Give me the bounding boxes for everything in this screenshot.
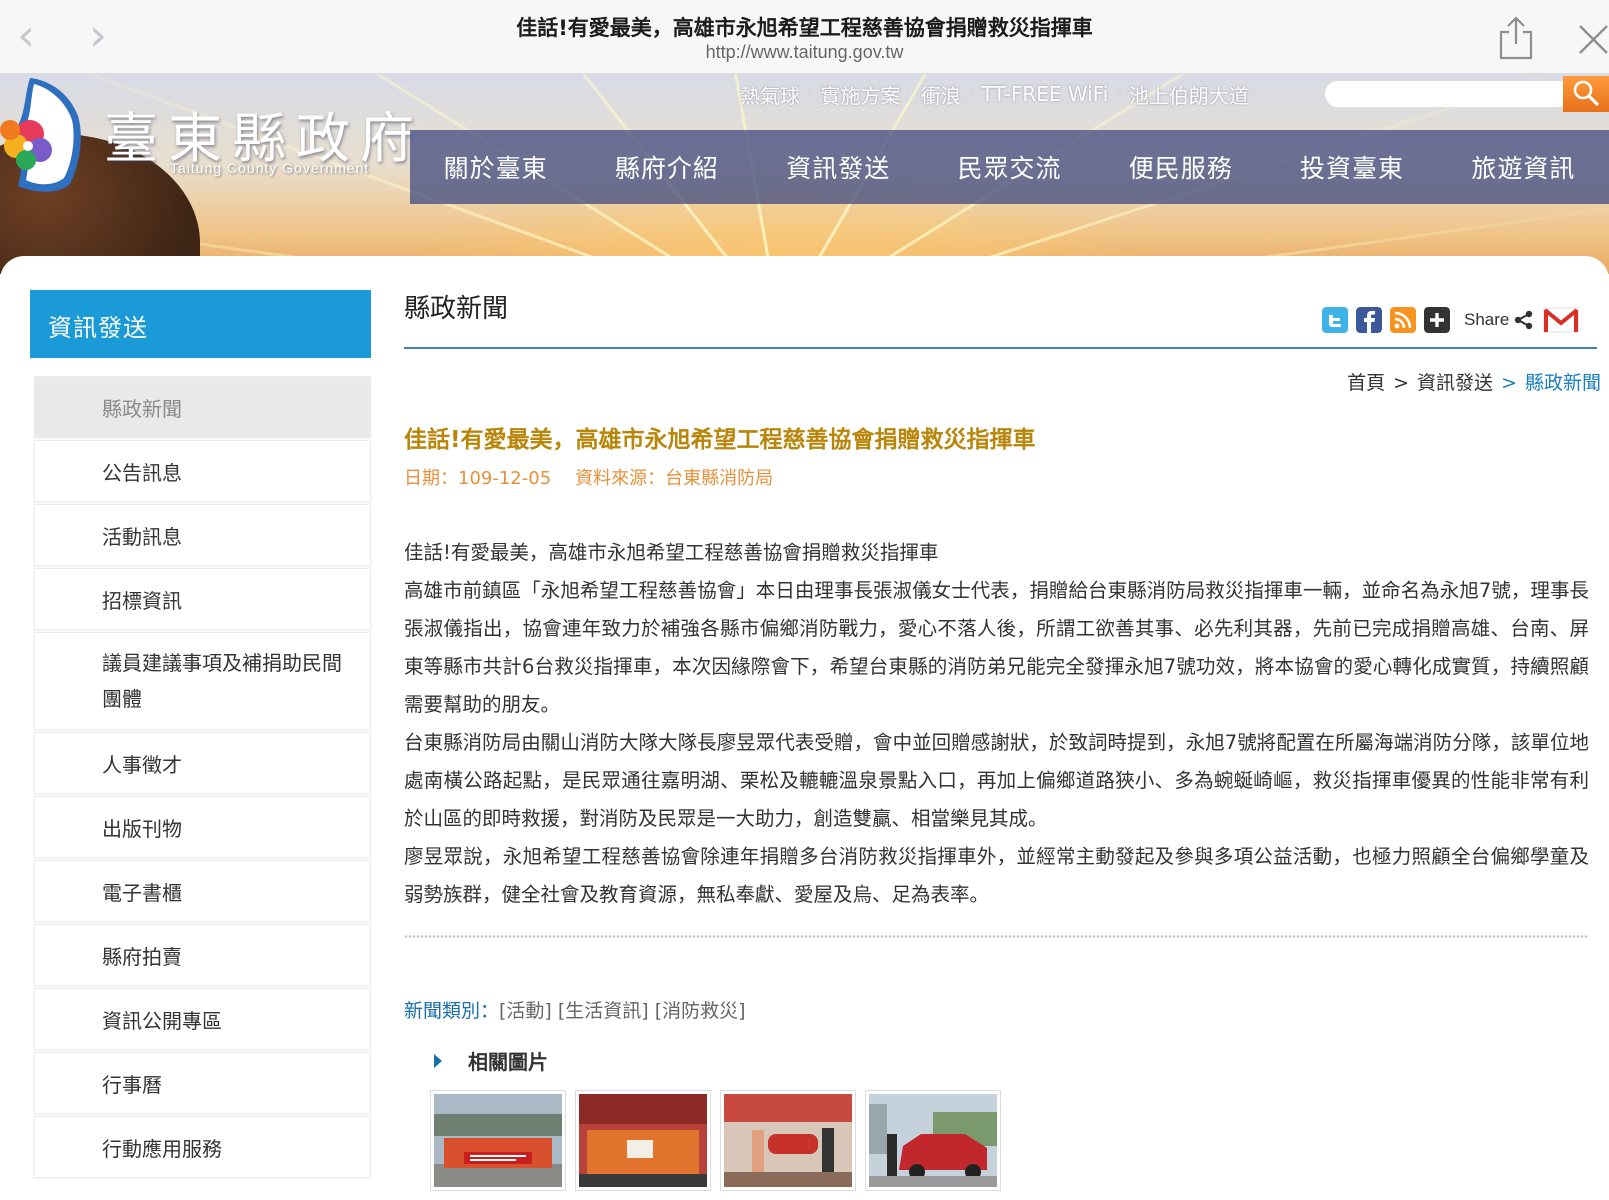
article-paragraph: 高雄市前鎮區「永旭希望工程慈善協會」本日由理事長張淑儀女士代表，捐贈給台東縣消防… bbox=[404, 579, 1589, 716]
breadcrumb-separator: > bbox=[1393, 372, 1410, 394]
dotted-divider bbox=[404, 934, 1589, 940]
photo-group-with-banner bbox=[434, 1094, 562, 1187]
nav-item-about[interactable]: 關於臺東 bbox=[410, 149, 581, 185]
news-category-tag[interactable]: [活動] bbox=[499, 1000, 552, 1022]
sidebar-item-councilor-proposals[interactable]: 議員建議事項及補捐助民間團體 bbox=[34, 632, 371, 730]
sidebar-menu: 縣政新聞 公告訊息 活動訊息 招標資訊 議員建議事項及補捐助民間團體 人事徵才 … bbox=[34, 376, 371, 1180]
related-image-thumbnail[interactable] bbox=[720, 1090, 856, 1191]
sidebar-item-ebooks[interactable]: 電子書櫃 bbox=[34, 860, 371, 922]
quick-link[interactable]: 實施方案 bbox=[820, 80, 900, 109]
section-divider bbox=[404, 347, 1597, 349]
related-image-thumbnail[interactable] bbox=[430, 1090, 566, 1191]
news-category-tag[interactable]: [生活資訊] bbox=[558, 1000, 649, 1022]
article-meta: 日期：109-12-05 資料來源：台東縣消防局 bbox=[404, 464, 773, 490]
nav-item-services[interactable]: 便民服務 bbox=[1095, 149, 1266, 185]
site-subtitle: Taitung County Government bbox=[170, 160, 370, 176]
browser-page-title: 佳話!有愛最美，高雄市永旭希望工程慈善協會捐贈救災指揮車 bbox=[516, 16, 1093, 40]
close-icon[interactable] bbox=[1576, 22, 1609, 55]
sidebar-item-recruitment[interactable]: 人事徵才 bbox=[34, 732, 371, 794]
rss-icon[interactable] bbox=[1390, 307, 1416, 333]
article-paragraph: 廖昱眾說，永旭希望工程慈善協會除連年捐贈多台消防救災指揮車外，並經常主動發起及參… bbox=[404, 845, 1589, 906]
article-paragraph: 台東縣消防局由關山消防大隊大隊長廖昱眾代表受贈，會中並回贈感謝狀，於致詞時提到，… bbox=[404, 731, 1589, 830]
nav-item-travel[interactable]: 旅遊資訊 bbox=[1438, 149, 1609, 185]
article-body: 佳話!有愛最美，高雄市永旭希望工程慈善協會捐贈救災指揮車 高雄市前鎮區「永旭希望… bbox=[404, 534, 1589, 914]
share-icon[interactable] bbox=[1498, 16, 1534, 60]
search-button[interactable] bbox=[1563, 76, 1609, 112]
article-source: 資料來源：台東縣消防局 bbox=[575, 468, 774, 489]
site-header-banner: 臺東縣政府 Taitung County Government 熱氣球 · 實施… bbox=[0, 74, 1609, 274]
article-paragraph: 佳話!有愛最美，高雄市永旭希望工程慈善協會捐贈救災指揮車 bbox=[404, 541, 939, 564]
news-category-tag[interactable]: [消防救災] bbox=[655, 1000, 746, 1022]
sidebar-item-events[interactable]: 活動訊息 bbox=[34, 504, 371, 566]
sidebar-item-auctions[interactable]: 縣府拍賣 bbox=[34, 924, 371, 986]
quick-link[interactable]: 衝浪 bbox=[921, 80, 961, 109]
breadcrumb-separator: > bbox=[1501, 372, 1517, 394]
quick-link-separator: · bbox=[808, 86, 813, 102]
breadcrumb-parent[interactable]: 資訊發送 bbox=[1417, 372, 1493, 394]
nav-item-government[interactable]: 縣府介紹 bbox=[581, 149, 752, 185]
sidebar-item-open-info[interactable]: 資訊公開專區 bbox=[34, 988, 371, 1050]
main-nav: 關於臺東 縣府介紹 資訊發送 民眾交流 便民服務 投資臺東 旅遊資訊 bbox=[410, 130, 1609, 204]
search-icon bbox=[1573, 80, 1600, 106]
search-input[interactable] bbox=[1324, 80, 1564, 108]
related-image-thumbnail[interactable] bbox=[865, 1090, 1001, 1191]
related-image-thumbnail[interactable] bbox=[575, 1090, 711, 1191]
gmail-icon[interactable] bbox=[1543, 306, 1579, 334]
news-categories: 新聞類別：[活動] [生活資訊] [消防救災] bbox=[404, 996, 746, 1023]
breadcrumb-home[interactable]: 首頁 bbox=[1347, 372, 1385, 394]
triangle-right-icon bbox=[434, 1053, 442, 1068]
quick-link[interactable]: 池上伯朗大道 bbox=[1129, 80, 1249, 109]
quick-link[interactable]: TT-FREE WiFi bbox=[981, 82, 1108, 106]
related-images-label: 相關圖片 bbox=[468, 1050, 548, 1074]
add-bookmark-icon[interactable] bbox=[1424, 307, 1450, 333]
nav-item-investment[interactable]: 投資臺東 bbox=[1266, 149, 1437, 185]
share-label[interactable]: Share bbox=[1464, 310, 1509, 330]
photo-ceremony-group bbox=[579, 1094, 707, 1187]
sidebar-item-county-news[interactable]: 縣政新聞 bbox=[34, 376, 371, 438]
news-category-label: 新聞類別： bbox=[404, 1000, 500, 1022]
quick-link-separator: · bbox=[908, 86, 913, 102]
breadcrumb: 首頁 > 資訊發送 > 縣政新聞 bbox=[1347, 368, 1601, 395]
related-images-heading: 相關圖片 bbox=[434, 1046, 548, 1075]
sidebar-item-announcements[interactable]: 公告訊息 bbox=[34, 440, 371, 502]
browser-url[interactable]: http://www.taitung.gov.tw bbox=[300, 42, 1309, 63]
sidebar-item-tenders[interactable]: 招標資訊 bbox=[34, 568, 371, 630]
nav-item-public-exchange[interactable]: 民眾交流 bbox=[924, 149, 1095, 185]
quick-link[interactable]: 熱氣球 bbox=[740, 80, 800, 109]
browser-toolbar: ‹ › 佳話!有愛最美，高雄市永旭希望工程慈善協會捐贈救災指揮車 http://… bbox=[0, 0, 1609, 74]
sidebar-title: 資訊發送 bbox=[30, 290, 371, 358]
photo-red-suv bbox=[869, 1094, 997, 1187]
share-bar: Share bbox=[1322, 306, 1579, 334]
nav-item-information[interactable]: 資訊發送 bbox=[753, 149, 924, 185]
twitter-icon[interactable] bbox=[1322, 307, 1348, 333]
photo-car-handover bbox=[724, 1094, 852, 1187]
quick-link-separator: · bbox=[968, 86, 974, 102]
back-arrow-icon[interactable]: ‹ bbox=[6, 14, 46, 58]
section-title: 縣政新聞 bbox=[404, 294, 509, 324]
article-date: 日期：109-12-05 bbox=[404, 468, 552, 489]
article-title: 佳話!有愛最美，高雄市永旭希望工程慈善協會捐贈救災指揮車 bbox=[404, 427, 1036, 453]
sidebar-item-calendar[interactable]: 行事曆 bbox=[34, 1052, 371, 1114]
related-images bbox=[430, 1090, 1010, 1191]
taitung-logo-icon[interactable] bbox=[0, 76, 86, 194]
share-nodes-icon[interactable] bbox=[1513, 309, 1535, 331]
forward-arrow-icon[interactable]: › bbox=[78, 14, 118, 58]
sidebar-item-mobile-apps[interactable]: 行動應用服務 bbox=[34, 1116, 371, 1178]
sidebar-item-publications[interactable]: 出版刊物 bbox=[34, 796, 371, 858]
quick-link-separator: · bbox=[1116, 86, 1121, 102]
breadcrumb-current[interactable]: 縣政新聞 bbox=[1525, 372, 1601, 394]
quick-links: 熱氣球 · 實施方案 · 衝浪 · TT-FREE WiFi · 池上伯朗大道 bbox=[740, 80, 1249, 108]
facebook-icon[interactable] bbox=[1356, 307, 1382, 333]
